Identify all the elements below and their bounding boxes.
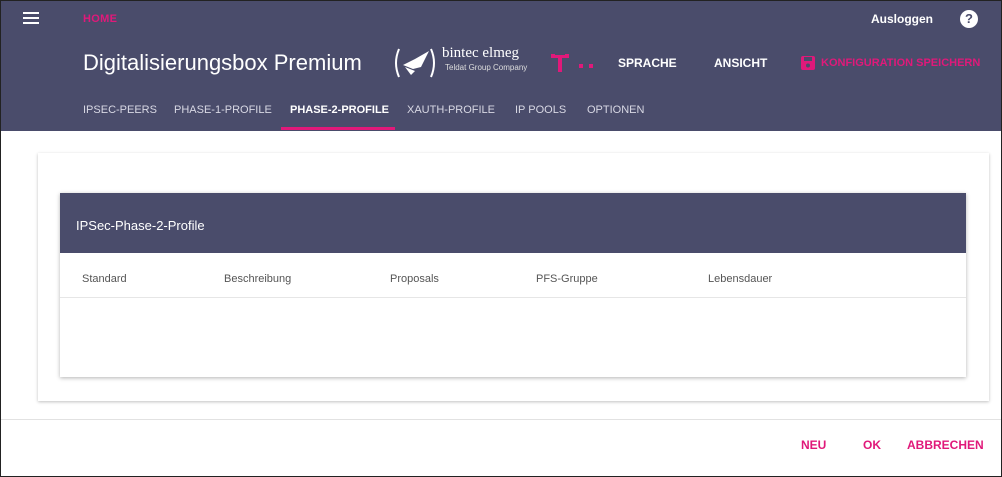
column-header-pfs-gruppe[interactable]: PFS-Gruppe [536, 273, 598, 285]
help-icon[interactable]: ? [960, 10, 978, 28]
panel-header: IPSec-Phase-2-Profile [60, 193, 966, 253]
view-link[interactable]: ANSICHT [714, 56, 767, 70]
tab-phase-1-profile[interactable]: PHASE-1-PROFILE [174, 104, 272, 116]
ok-button[interactable]: OK [863, 438, 881, 452]
tab-xauth-profile[interactable]: XAUTH-PROFILE [407, 104, 495, 116]
column-header-lebensdauer[interactable]: Lebensdauer [708, 273, 772, 285]
tab-ipsec-peers[interactable]: IPSEC-PEERS [83, 104, 157, 116]
product-title: Digitalisierungsbox Premium [83, 50, 362, 75]
language-link[interactable]: SPRACHE [618, 56, 677, 70]
app-header: HOME Ausloggen ? Digitalisierungsbox Pre… [1, 1, 1001, 131]
top-bar: HOME Ausloggen ? [1, 1, 1001, 39]
table-header-divider [60, 297, 966, 298]
column-header-proposals[interactable]: Proposals [390, 273, 439, 285]
floppy-disk-icon [801, 56, 815, 70]
panel-title: IPSec-Phase-2-Profile [76, 218, 205, 233]
new-button[interactable]: NEU [801, 438, 826, 452]
brand-name: bintec elmeg [442, 45, 520, 61]
tab-optionen[interactable]: OPTIONEN [587, 104, 644, 116]
tab-ip-pools[interactable]: IP POOLS [515, 104, 566, 116]
phase-2-profile-panel: IPSec-Phase-2-Profile Standard Beschreib… [60, 193, 966, 377]
footer-divider [1, 419, 1001, 420]
logout-link[interactable]: Ausloggen [871, 12, 933, 26]
column-header-standard[interactable]: Standard [82, 273, 127, 285]
bird-logo-icon [395, 48, 435, 78]
home-link[interactable]: HOME [83, 13, 117, 25]
tab-phase-2-profile[interactable]: PHASE-2-PROFILE [290, 104, 389, 116]
tab-bar: IPSEC-PEERS PHASE-1-PROFILE PHASE-2-PROF… [1, 99, 1001, 131]
active-tab-indicator [281, 127, 395, 130]
telekom-t-logo [551, 54, 593, 72]
hamburger-menu-icon[interactable] [23, 12, 39, 25]
save-configuration-label: KONFIGURATION SPEICHERN [821, 57, 981, 69]
save-configuration-button[interactable]: KONFIGURATION SPEICHERN [801, 56, 980, 70]
column-header-beschreibung[interactable]: Beschreibung [224, 273, 291, 285]
cancel-button[interactable]: ABBRECHEN [907, 438, 984, 452]
content-card: IPSec-Phase-2-Profile Standard Beschreib… [38, 153, 989, 401]
brand-subtitle: Teldat Group Company [445, 63, 528, 72]
app-frame: HOME Ausloggen ? Digitalisierungsbox Pre… [0, 0, 1002, 477]
